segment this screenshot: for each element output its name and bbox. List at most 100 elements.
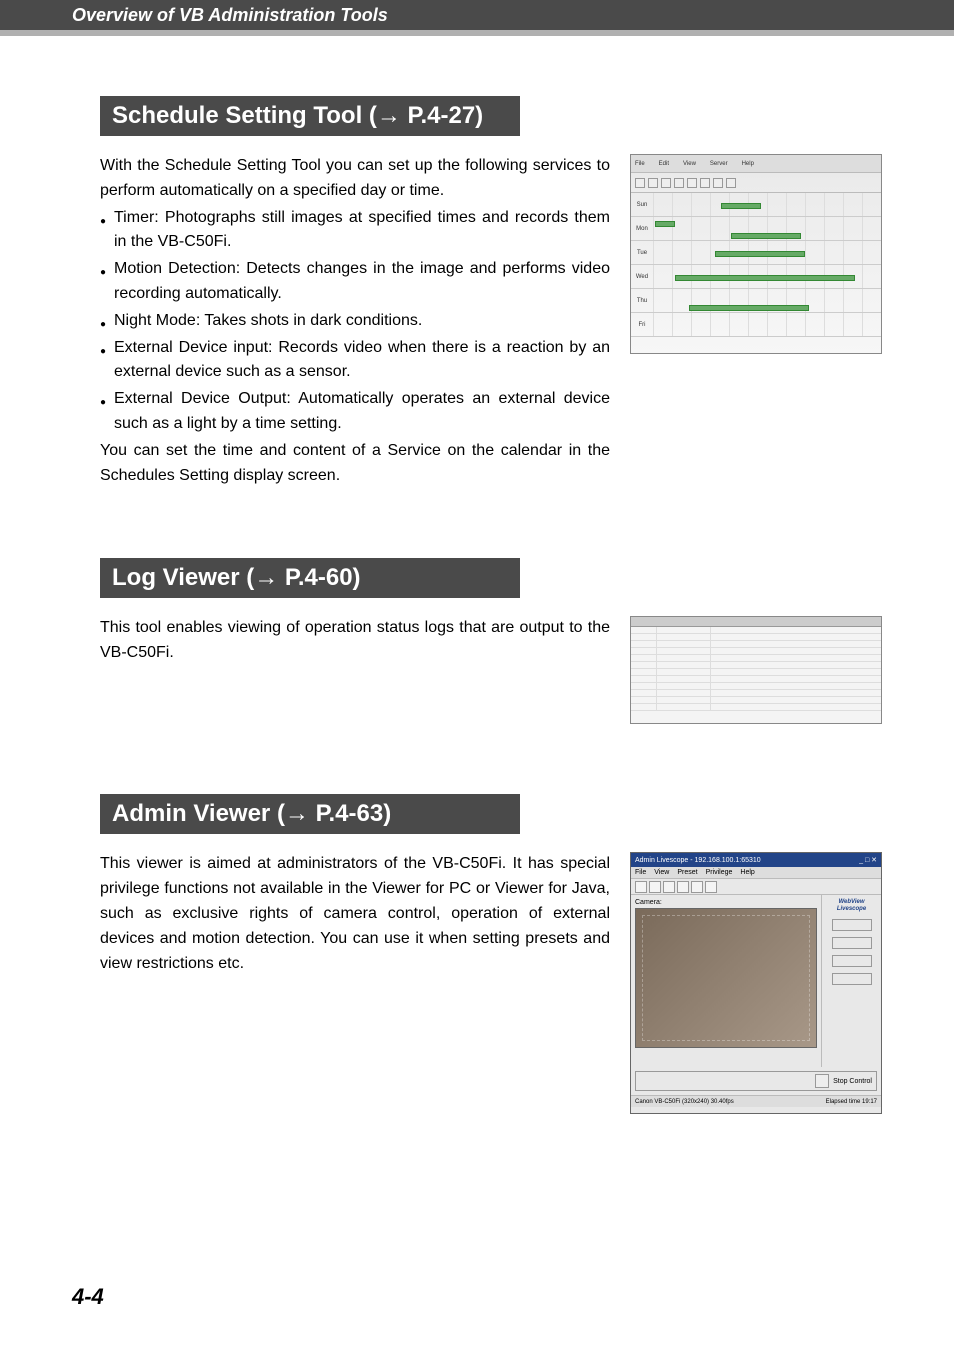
- schedule-figure: File Edit View Server Help Sun Mon Tue W…: [630, 154, 882, 354]
- menu-item[interactable]: File: [635, 869, 646, 876]
- section-log: Log Viewer (→ P.4-60) This tool enables …: [100, 558, 882, 724]
- admin-toolbar: [631, 879, 881, 895]
- day-label: Fri: [631, 322, 653, 328]
- bullet-icon: [100, 336, 114, 386]
- admin-screenshot: Admin Livescope - 192.168.100.1:65310 _ …: [630, 852, 882, 1114]
- admin-menubar: File View Preset Privilege Help: [631, 867, 881, 879]
- toolbar-icon[interactable]: [635, 178, 645, 188]
- schedule-menubar: File Edit View Server Help: [631, 155, 881, 173]
- toolbar-icon[interactable]: [713, 178, 723, 188]
- bullet-icon: [100, 257, 114, 307]
- control-button[interactable]: [832, 919, 872, 931]
- toolbar-icon[interactable]: [649, 881, 661, 893]
- admin-control-row: Stop Control: [635, 1071, 877, 1091]
- section-schedule: Schedule Setting Tool (→ P.4-27) With th…: [100, 96, 882, 488]
- menu-item[interactable]: File: [635, 161, 645, 167]
- schedule-outro: You can set the time and content of a Se…: [100, 439, 610, 489]
- toolbar-icon[interactable]: [635, 881, 647, 893]
- toolbar-icon[interactable]: [663, 881, 675, 893]
- schedule-bar[interactable]: [675, 275, 855, 281]
- toolbar-icon[interactable]: [691, 881, 703, 893]
- schedule-bar[interactable]: [689, 305, 809, 311]
- schedule-toolbar: [631, 173, 881, 193]
- page-header-title: Overview of VB Administration Tools: [72, 5, 388, 26]
- day-label: Mon: [631, 226, 653, 232]
- schedule-bullet: Motion Detection: Detects changes in the…: [100, 257, 610, 307]
- admin-text: This viewer is aimed at administrators o…: [100, 852, 610, 976]
- schedule-bar[interactable]: [715, 251, 805, 257]
- toolbar-icon[interactable]: [674, 178, 684, 188]
- page-header: Overview of VB Administration Tools: [0, 0, 954, 36]
- admin-statusbar: Canon VB-C50Fi (320x240) 30.40fps Elapse…: [631, 1095, 881, 1107]
- schedule-bar[interactable]: [721, 203, 761, 209]
- schedule-intro: With the Schedule Setting Tool you can s…: [100, 154, 610, 204]
- menu-item[interactable]: Server: [710, 161, 728, 167]
- menu-item[interactable]: View: [683, 161, 696, 167]
- schedule-row: Fri: [631, 313, 881, 337]
- schedule-bullet: External Device Output: Automatically op…: [100, 387, 610, 437]
- control-button[interactable]: [832, 955, 872, 967]
- menu-item[interactable]: Privilege: [706, 869, 733, 876]
- toolbar-icon[interactable]: [648, 178, 658, 188]
- admin-titlebar: Admin Livescope - 192.168.100.1:65310 _ …: [631, 853, 881, 867]
- schedule-banner: Schedule Setting Tool (→ P.4-27): [100, 96, 520, 136]
- schedule-screenshot: File Edit View Server Help Sun Mon Tue W…: [630, 154, 882, 354]
- admin-banner: Admin Viewer (→ P.4-63): [100, 794, 520, 834]
- toolbar-icon[interactable]: [677, 881, 689, 893]
- status-right: Elapsed time 19:17: [826, 1099, 877, 1105]
- brand-logo: WebView Livescope: [837, 899, 866, 912]
- schedule-bullet-text: Night Mode: Takes shots in dark conditio…: [114, 309, 422, 334]
- schedule-text-block: With the Schedule Setting Tool you can s…: [100, 154, 610, 488]
- stop-icon[interactable]: [815, 1074, 829, 1088]
- schedule-bullet: Timer: Photographs still images at speci…: [100, 206, 610, 256]
- menu-item[interactable]: View: [654, 869, 669, 876]
- day-label: Wed: [631, 274, 653, 280]
- window-controls[interactable]: _ □ ✕: [859, 856, 877, 864]
- admin-main-panel: Camera:: [631, 895, 821, 1067]
- toolbar-icon[interactable]: [700, 178, 710, 188]
- page-number: 4-4: [72, 1284, 104, 1310]
- log-text: This tool enables viewing of operation s…: [100, 616, 610, 666]
- log-titlebar: [631, 617, 881, 627]
- brand-top: WebView: [838, 899, 864, 905]
- menu-item[interactable]: Help: [740, 869, 754, 876]
- schedule-bullet-text: External Device Output: Automatically op…: [114, 387, 610, 437]
- stop-control-label: Stop Control: [833, 1078, 872, 1085]
- toolbar-icon[interactable]: [705, 881, 717, 893]
- schedule-bullet-text: Motion Detection: Detects changes in the…: [114, 257, 610, 307]
- page-content: Schedule Setting Tool (→ P.4-27) With th…: [0, 36, 954, 1114]
- camera-label: Camera:: [635, 899, 817, 906]
- admin-side-panel: WebView Livescope: [821, 895, 881, 1067]
- log-figure: [630, 616, 882, 724]
- day-label: Sun: [631, 202, 653, 208]
- schedule-bullets: Timer: Photographs still images at speci…: [100, 206, 610, 437]
- log-banner: Log Viewer (→ P.4-60): [100, 558, 520, 598]
- day-label: Tue: [631, 250, 653, 256]
- schedule-bar[interactable]: [655, 221, 675, 227]
- schedule-bar[interactable]: [731, 233, 801, 239]
- schedule-bullet: External Device input: Records video whe…: [100, 336, 610, 386]
- toolbar-icon[interactable]: [726, 178, 736, 188]
- admin-title-text: Admin Livescope - 192.168.100.1:65310: [635, 857, 761, 864]
- schedule-bullet: Night Mode: Takes shots in dark conditio…: [100, 309, 610, 334]
- bullet-icon: [100, 206, 114, 256]
- schedule-bullet-text: Timer: Photographs still images at speci…: [114, 206, 610, 256]
- status-left: Canon VB-C50Fi (320x240) 30.40fps: [635, 1099, 734, 1105]
- schedule-grid: Sun Mon Tue Wed Thu Fri: [631, 193, 881, 337]
- menu-item[interactable]: Help: [742, 161, 754, 167]
- control-button[interactable]: [832, 937, 872, 949]
- bullet-icon: [100, 387, 114, 437]
- schedule-bullet-text: External Device input: Records video whe…: [114, 336, 610, 386]
- menu-item[interactable]: Preset: [677, 869, 697, 876]
- bullet-icon: [100, 309, 114, 334]
- log-screenshot: [630, 616, 882, 724]
- video-viewport[interactable]: [635, 908, 817, 1048]
- toolbar-icon[interactable]: [661, 178, 671, 188]
- day-label: Thu: [631, 298, 653, 304]
- brand-bottom: Livescope: [837, 906, 866, 912]
- menu-item[interactable]: Edit: [659, 161, 669, 167]
- section-admin: Admin Viewer (→ P.4-63) This viewer is a…: [100, 794, 882, 1114]
- control-button[interactable]: [832, 973, 872, 985]
- toolbar-icon[interactable]: [687, 178, 697, 188]
- admin-figure: Admin Livescope - 192.168.100.1:65310 _ …: [630, 852, 882, 1114]
